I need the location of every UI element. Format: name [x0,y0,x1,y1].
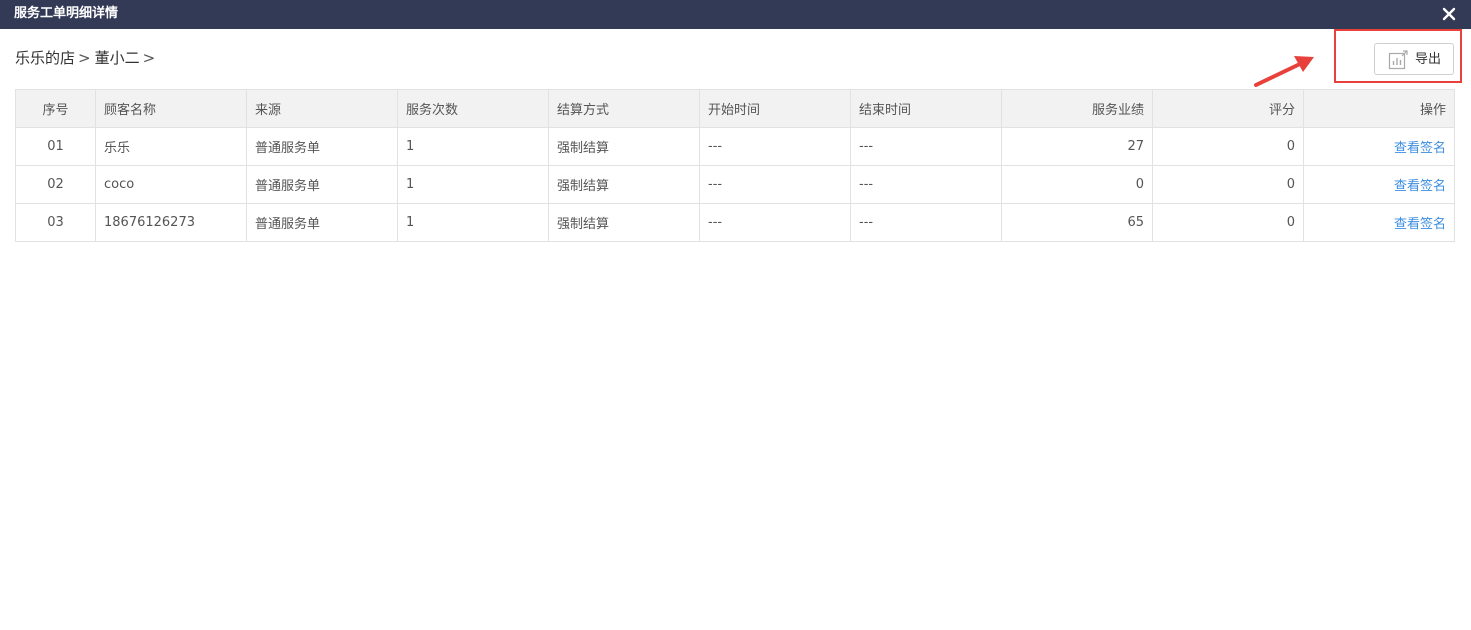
cell-score: 0 [1152,127,1304,166]
cell-end-time: --- [850,203,1002,242]
dialog-title: 服务工单明细详情 [14,6,119,21]
annotation-arrow-icon [1254,56,1314,87]
cell-score: 0 [1152,165,1304,204]
view-signature-link[interactable]: 查看签名 [1394,141,1446,156]
cell-source: 普通服务单 [246,165,398,204]
export-button-label: 导出 [1415,52,1442,67]
cell-performance: 27 [1001,127,1153,166]
col-header-start-time: 开始时间 [699,89,851,128]
cell-performance: 0 [1001,165,1153,204]
col-header-count: 服务次数 [397,89,549,128]
table-row: 01 乐乐 普通服务单 1 强制结算 --- --- 27 0 查看签名 [15,127,1455,166]
cell-end-time: --- [850,127,1002,166]
cell-count: 1 [397,165,549,204]
view-signature-link[interactable]: 查看签名 [1394,217,1446,232]
cell-action: 查看签名 [1303,127,1455,166]
cell-customer: coco [95,165,247,204]
breadcrumb: 乐乐的店 > 董小二 > [15,48,159,68]
cell-start-time: --- [699,127,851,166]
col-header-source: 来源 [246,89,398,128]
breadcrumb-item-store[interactable]: 乐乐的店 [15,49,75,67]
cell-action: 查看签名 [1303,203,1455,242]
cell-action: 查看签名 [1303,165,1455,204]
col-header-score: 评分 [1152,89,1304,128]
cell-score: 0 [1152,203,1304,242]
export-button[interactable]: 导出 [1374,43,1454,75]
cell-settlement: 强制结算 [548,165,700,204]
view-signature-link[interactable]: 查看签名 [1394,179,1446,194]
cell-index: 01 [15,127,96,166]
table-header-row: 序号 顾客名称 来源 服务次数 结算方式 开始时间 结束时间 服务业绩 评分 操… [15,89,1455,128]
breadcrumb-separator: > [142,49,156,67]
table-row: 03 18676126273 普通服务单 1 强制结算 --- --- 65 0… [15,203,1455,242]
dialog-titlebar: 服务工单明细详情 [0,0,1471,29]
cell-settlement: 强制结算 [548,203,700,242]
col-header-action: 操作 [1303,89,1455,128]
cell-settlement: 强制结算 [548,127,700,166]
col-header-index: 序号 [15,89,96,128]
cell-start-time: --- [699,165,851,204]
cell-customer: 乐乐 [95,127,247,166]
cell-start-time: --- [699,203,851,242]
col-header-end-time: 结束时间 [850,89,1002,128]
cell-index: 03 [15,203,96,242]
table-row: 02 coco 普通服务单 1 强制结算 --- --- 0 0 查看签名 [15,165,1455,204]
cell-performance: 65 [1001,203,1153,242]
cell-index: 02 [15,165,96,204]
breadcrumb-separator: > [78,49,91,67]
col-header-settlement: 结算方式 [548,89,700,128]
chart-export-icon [1388,50,1408,70]
cell-end-time: --- [850,165,1002,204]
cell-count: 1 [397,203,549,242]
cell-customer: 18676126273 [95,203,247,242]
close-icon[interactable] [1441,6,1457,22]
service-detail-table: 序号 顾客名称 来源 服务次数 结算方式 开始时间 结束时间 服务业绩 评分 操… [15,89,1455,242]
cell-source: 普通服务单 [246,203,398,242]
col-header-customer: 顾客名称 [95,89,247,128]
col-header-performance: 服务业绩 [1001,89,1153,128]
breadcrumb-item-staff[interactable]: 董小二 [95,49,140,67]
cell-count: 1 [397,127,549,166]
cell-source: 普通服务单 [246,127,398,166]
